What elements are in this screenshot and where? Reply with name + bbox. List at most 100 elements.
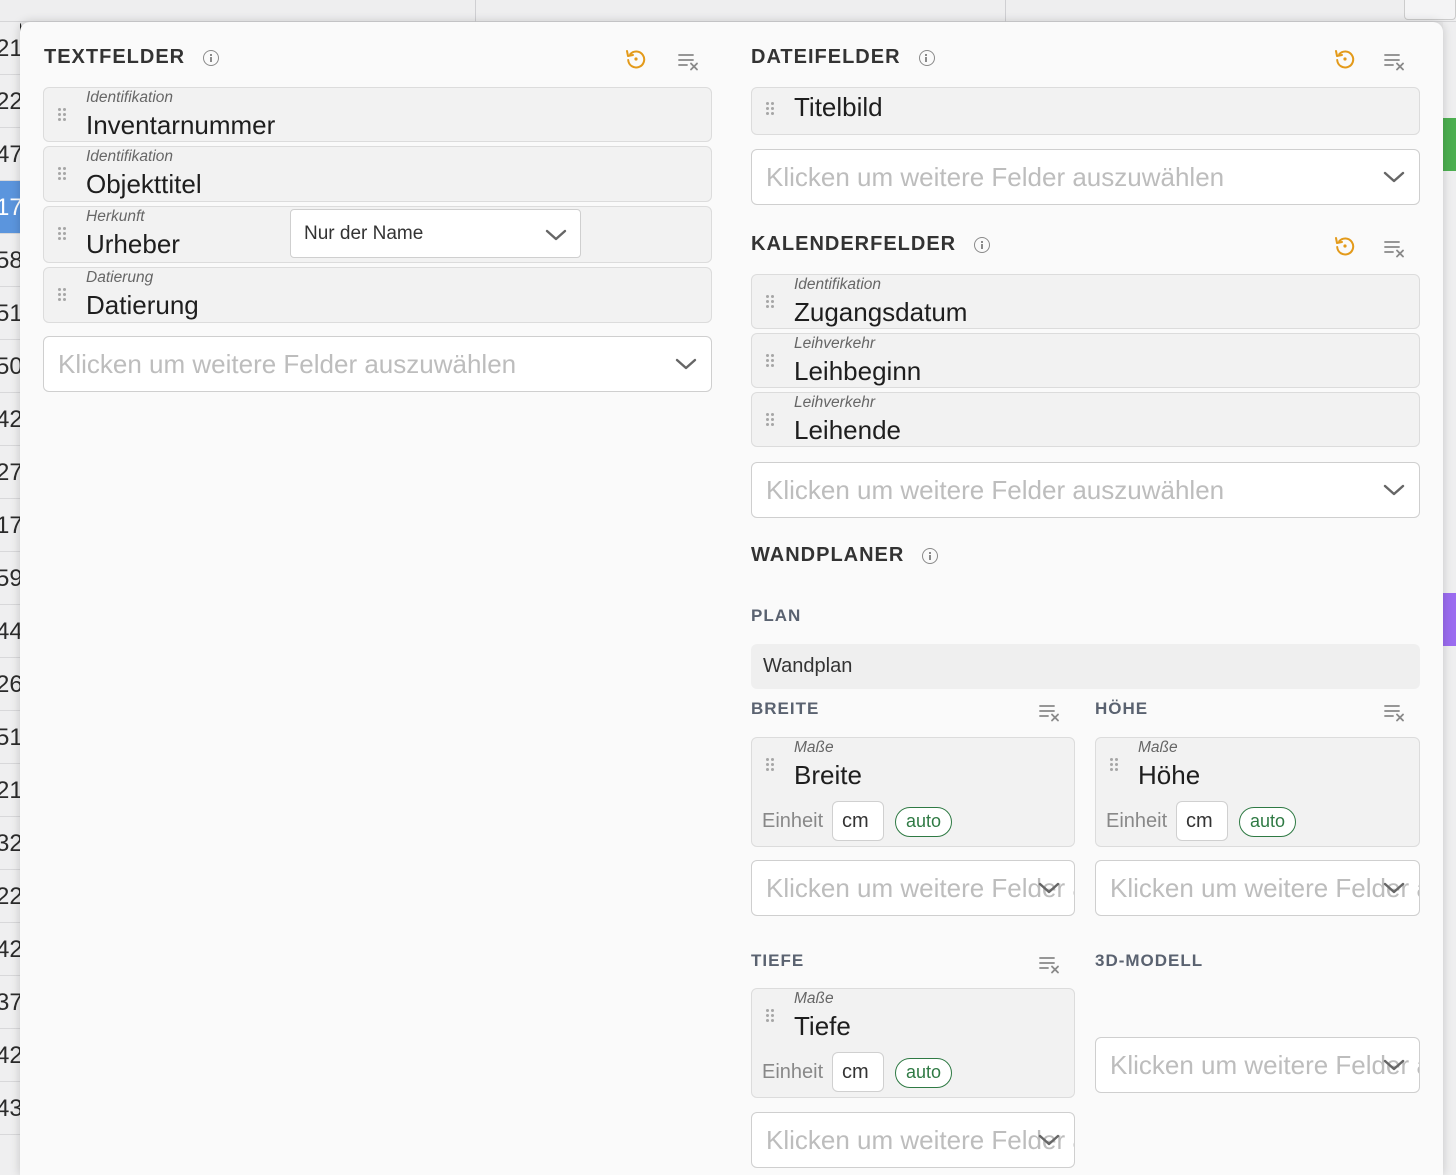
background-table-cell[interactable]: 17 — [0, 181, 20, 234]
background-table-cell[interactable]: 37 — [0, 976, 20, 1029]
drag-handle-icon[interactable] — [766, 102, 776, 118]
field-name: Objekttitel — [86, 169, 202, 199]
chevron-down-icon — [1383, 170, 1405, 184]
drag-handle-icon[interactable] — [58, 108, 68, 124]
reset-icon[interactable] — [1332, 46, 1358, 72]
field-item-leihende[interactable]: Leihverkehr Leihende — [751, 392, 1420, 447]
drag-handle-icon[interactable] — [58, 227, 68, 243]
drag-handle-icon[interactable] — [58, 288, 68, 304]
column-divider — [475, 0, 476, 22]
add-dateifeld-select[interactable]: Klicken um weitere Felder auszuwählen — [751, 149, 1420, 205]
field-item-leihbeginn[interactable]: Leihverkehr Leihbeginn — [751, 333, 1420, 388]
drag-handle-icon[interactable] — [766, 758, 776, 774]
field-item-hoehe[interactable]: Maße Höhe Einheit cm auto — [1095, 737, 1420, 847]
background-table-cell[interactable]: 42 — [0, 923, 20, 976]
background-table-cell[interactable]: 26 — [0, 658, 20, 711]
drag-handle-icon[interactable] — [766, 413, 776, 429]
add-breite-select[interactable]: Klicken um weitere Felder auszuwählen — [751, 860, 1075, 916]
auto-toggle[interactable]: auto — [895, 1058, 953, 1088]
unit-label: Einheit — [762, 1061, 824, 1083]
background-table-cell[interactable]: 51 — [0, 711, 20, 764]
add-hoehe-select[interactable]: Klicken um weitere Felder auszuwählen — [1095, 860, 1420, 916]
select-placeholder: Klicken um weitere Felder auszuwählen — [766, 1125, 1074, 1155]
name-format-select[interactable]: Nur der Name — [290, 209, 581, 258]
background-table-cell[interactable]: 43 — [0, 1082, 20, 1135]
field-item-inventarnummer[interactable]: Identifikation Inventarnummer — [43, 87, 712, 142]
select-placeholder: Klicken um weitere Felder auszuwählen — [766, 873, 1074, 903]
drag-handle-icon[interactable] — [58, 167, 68, 183]
background-table-cell[interactable]: 32 — [0, 817, 20, 870]
add-kalenderfeld-select[interactable]: Klicken um weitere Felder auszuwählen — [751, 462, 1420, 518]
chevron-down-icon — [675, 357, 697, 371]
add-modell-select[interactable]: Klicken um weitere Felder auszuwählen — [1095, 1037, 1420, 1093]
section-title-wandplaner: WANDPLANER — [751, 544, 939, 567]
drag-handle-icon[interactable] — [1110, 758, 1120, 774]
clear-list-icon[interactable] — [1382, 699, 1408, 725]
field-item-breite[interactable]: Maße Breite Einheit cm auto — [751, 737, 1075, 847]
clear-list-icon[interactable] — [1382, 48, 1408, 74]
clear-list-icon[interactable] — [1037, 951, 1063, 977]
field-item-urheber[interactable]: Herkunft Urheber Nur der Name — [43, 206, 712, 263]
field-item-datierung[interactable]: Datierung Datierung — [43, 267, 712, 323]
field-name: Inventarnummer — [86, 110, 276, 140]
tiefe-label: TIEFE — [751, 951, 805, 970]
section-title-text: KALENDERFELDER — [751, 233, 957, 255]
chevron-down-icon — [1038, 1133, 1060, 1147]
field-item-objekttitel[interactable]: Identifikation Objekttitel — [43, 146, 712, 202]
select-placeholder: Klicken um weitere Felder auszuwählen — [766, 475, 1225, 505]
field-category: Identifikation — [86, 148, 174, 165]
section-title-text: DATEIFELDER — [751, 46, 901, 68]
background-table-cell[interactable]: 51 — [0, 287, 20, 340]
info-icon[interactable] — [203, 49, 220, 66]
field-name: Breite — [794, 760, 862, 790]
field-item-titelbild[interactable]: Titelbild — [751, 87, 1420, 135]
unit-input[interactable]: cm — [832, 801, 884, 841]
auto-toggle[interactable]: auto — [895, 807, 953, 837]
auto-toggle[interactable]: auto — [1239, 807, 1297, 837]
reset-icon[interactable] — [623, 46, 649, 72]
info-icon[interactable] — [918, 49, 935, 66]
drag-handle-icon[interactable] — [766, 354, 776, 370]
background-table-cell[interactable]: 27 — [0, 446, 20, 499]
info-icon[interactable] — [922, 547, 939, 564]
unit-input[interactable]: cm — [832, 1052, 884, 1092]
field-item-zugangsdatum[interactable]: Identifikation Zugangsdatum — [751, 274, 1420, 329]
breite-label: BREITE — [751, 699, 820, 718]
chevron-down-icon — [545, 228, 567, 242]
add-textfeld-select[interactable]: Klicken um weitere Felder auszuwählen — [43, 336, 712, 392]
background-table-cell[interactable]: 44 — [0, 605, 20, 658]
unit-input[interactable]: cm — [1176, 801, 1228, 841]
background-table-cell[interactable]: 21 — [0, 22, 20, 75]
field-name: Tiefe — [794, 1011, 851, 1041]
background-table-cell[interactable]: 50 — [0, 340, 20, 393]
plan-field[interactable]: Wandplan — [751, 644, 1420, 689]
name-format-value: Nur der Name — [304, 223, 424, 244]
clear-list-icon[interactable] — [676, 48, 702, 74]
field-category: Maße — [1138, 739, 1178, 756]
select-placeholder: Klicken um weitere Felder auszuwählen — [766, 162, 1225, 192]
clear-list-icon[interactable] — [1037, 699, 1063, 725]
background-table-cell[interactable]: 58 — [0, 234, 20, 287]
chevron-down-icon — [1383, 1058, 1405, 1072]
background-table-cell[interactable]: 42 — [0, 1029, 20, 1082]
clear-list-icon[interactable] — [1382, 235, 1408, 261]
background-table-cell[interactable]: 22 — [0, 75, 20, 128]
unit-label: Einheit — [1106, 810, 1168, 832]
background-table-cell[interactable]: 22 — [0, 870, 20, 923]
add-tiefe-select[interactable]: Klicken um weitere Felder auszuwählen — [751, 1112, 1075, 1168]
background-table-cell[interactable]: 47 — [0, 128, 20, 181]
background-table-cell[interactable]: 42 — [0, 393, 20, 446]
background-toolbar-button[interactable] — [1404, 0, 1456, 20]
reset-icon[interactable] — [1332, 233, 1358, 259]
chevron-down-icon — [1383, 483, 1405, 497]
background-table-cell[interactable]: 21 — [0, 764, 20, 817]
field-category: Leihverkehr — [794, 335, 875, 352]
background-table-cell[interactable]: 17 — [0, 499, 20, 552]
drag-handle-icon[interactable] — [766, 295, 776, 311]
background-table-cell[interactable]: 59 — [0, 552, 20, 605]
field-item-tiefe[interactable]: Maße Tiefe Einheit cm auto — [751, 988, 1075, 1098]
info-icon[interactable] — [974, 236, 991, 253]
row-color-marker-purple — [1443, 593, 1456, 646]
section-title-kalenderfelder: KALENDERFELDER — [751, 233, 991, 256]
drag-handle-icon[interactable] — [766, 1009, 776, 1025]
